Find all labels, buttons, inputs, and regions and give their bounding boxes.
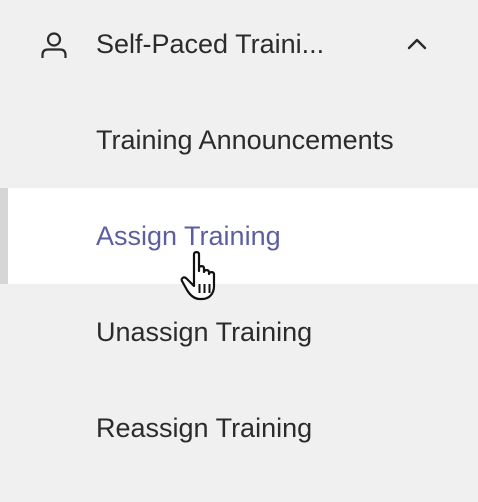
nav-item-label: Training Announcements xyxy=(96,125,394,155)
nav-item-label: Reassign Training xyxy=(96,413,313,443)
nav-item-reassign-training[interactable]: Reassign Training xyxy=(0,380,478,476)
nav-section-label: Self-Paced Traini... xyxy=(96,29,325,59)
active-indicator xyxy=(0,188,8,284)
sidebar-nav: Self-Paced Traini... Training Announceme… xyxy=(0,0,478,502)
person-icon xyxy=(41,32,67,58)
nav-item-training-announcements[interactable]: Training Announcements xyxy=(0,92,478,188)
nav-item-unassign-training[interactable]: Unassign Training xyxy=(0,284,478,380)
nav-item-label: Assign Training xyxy=(96,221,281,251)
chevron-up-icon[interactable] xyxy=(404,35,430,53)
nav-item-assign-training[interactable]: Assign Training xyxy=(0,188,478,284)
nav-item-label: Unassign Training xyxy=(96,317,313,347)
nav-section-self-paced-training[interactable]: Self-Paced Traini... xyxy=(0,0,478,90)
hand-pointer-icon xyxy=(180,251,216,301)
